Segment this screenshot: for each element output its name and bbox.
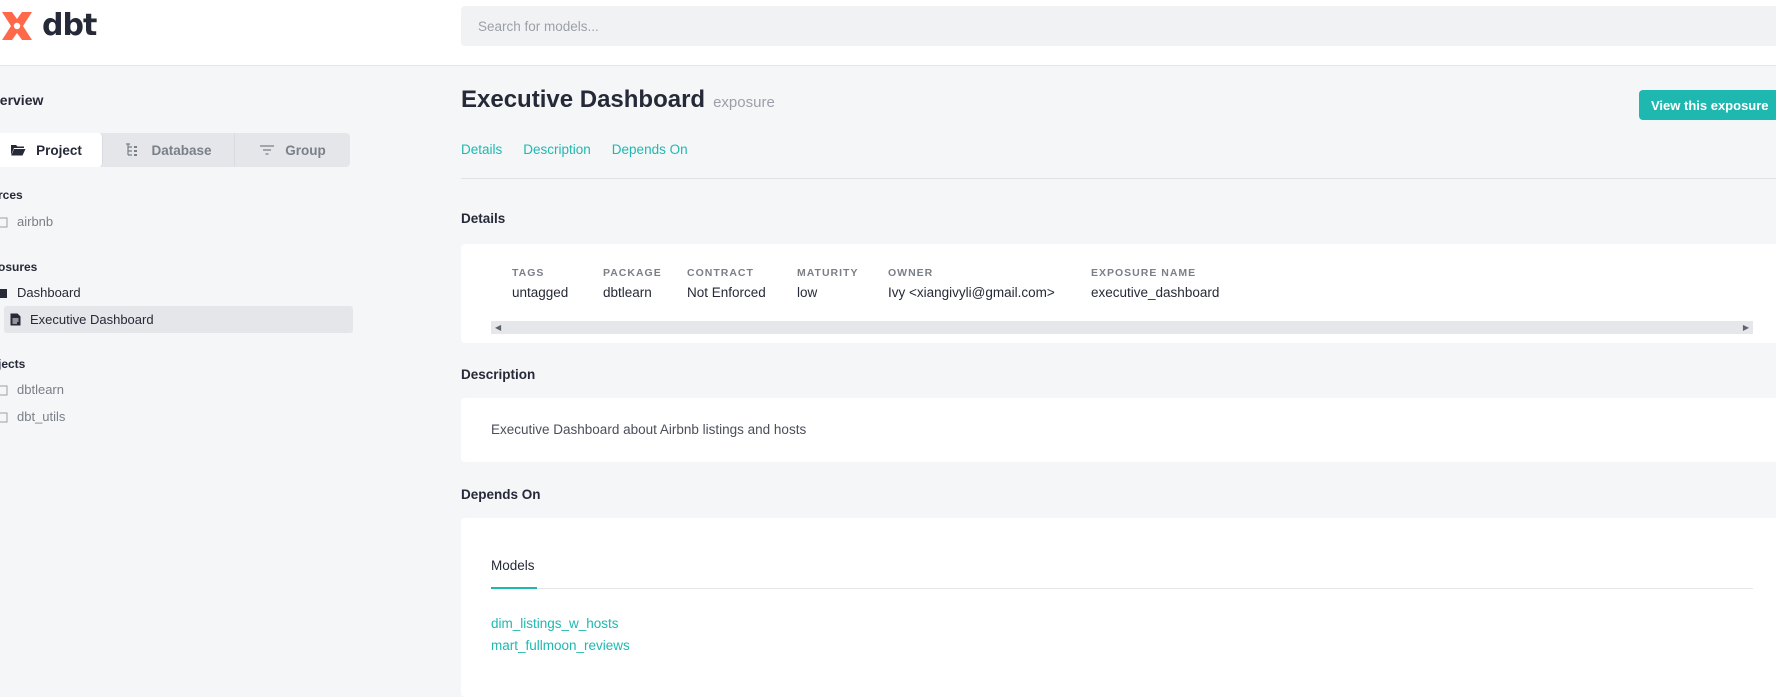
tab-database[interactable]: Database — [103, 133, 235, 167]
tab-project-label: Project — [36, 142, 82, 158]
dbt-logo[interactable]: dbt — [0, 4, 97, 48]
detail-owner: OWNER Ivy <xiangivyli@gmail.com> — [888, 267, 1055, 300]
model-link[interactable]: dim_listings_w_hosts — [491, 616, 619, 631]
section-heading-exposures: osures — [0, 260, 38, 274]
scroll-left-arrow-icon[interactable]: ◀ — [495, 323, 501, 332]
horizontal-scrollbar[interactable]: ◀ ▶ — [491, 321, 1753, 334]
view-exposure-button[interactable]: View this exposure — [1639, 90, 1776, 120]
tab-group-label: Group — [285, 142, 326, 158]
section-heading-projects: jects — [0, 357, 26, 371]
detail-value: untagged — [512, 285, 569, 300]
document-icon — [10, 313, 21, 326]
tree-item-label: airbnb — [17, 213, 54, 229]
tree-item-airbnb[interactable]: airbnb — [0, 210, 53, 232]
folder-open-icon — [11, 145, 26, 156]
detail-contract: CONTRACT Not Enforced — [687, 267, 766, 300]
depends-on-card: Models dim_listings_w_hosts mart_fullmoo… — [461, 518, 1776, 697]
resource-type: exposure — [713, 94, 775, 111]
details-card: TAGS untagged PACKAGE dbtlearn CONTRACT … — [461, 244, 1776, 343]
database-tree-icon — [126, 143, 138, 156]
page-title: Executive Dashboard exposure — [461, 86, 775, 114]
tree-item-label: dbt_utils — [17, 408, 66, 424]
depends-on-heading: Depends On — [461, 487, 541, 502]
detail-exposure-name: EXPOSURE NAME executive_dashboard — [1091, 267, 1219, 300]
folder-icon — [0, 217, 8, 227]
tree-item-label: dbtlearn — [17, 381, 64, 397]
tree-item-executive-dashboard[interactable]: Executive Dashboard — [4, 306, 353, 333]
detail-tags: TAGS untagged — [512, 267, 568, 300]
anchor-depends-on[interactable]: Depends On — [612, 142, 688, 157]
detail-value: low — [797, 285, 818, 300]
detail-label: CONTRACT — [687, 267, 754, 279]
resource-name: Executive Dashboard — [461, 86, 706, 113]
description-heading: Description — [461, 367, 536, 382]
detail-package: PACKAGE dbtlearn — [603, 267, 662, 300]
dbt-logo-icon — [2, 12, 32, 40]
detail-value: dbtlearn — [603, 285, 652, 300]
tree-item-dbtlearn[interactable]: dbtlearn — [0, 378, 64, 400]
details-heading: Details — [461, 211, 506, 226]
section-anchor-nav: Details Description Depends On — [461, 142, 688, 157]
tree-item-label: Dashboard — [17, 284, 81, 300]
tab-project[interactable]: Project — [0, 133, 103, 167]
detail-label: EXPOSURE NAME — [1091, 267, 1197, 279]
tree-item-label: Executive Dashboard — [30, 312, 154, 327]
sidebar-view-tabs: Project Database Group — [0, 133, 350, 167]
detail-label: PACKAGE — [603, 267, 662, 279]
detail-value: Ivy <xiangivyli@gmail.com> — [888, 285, 1055, 300]
main-content: Executive Dashboard exposure View this e… — [461, 66, 1776, 697]
folder-icon — [0, 385, 8, 395]
anchor-details[interactable]: Details — [461, 142, 502, 157]
tab-rule — [491, 588, 1753, 589]
folder-filled-icon — [0, 288, 7, 298]
tab-models[interactable]: Models — [491, 558, 535, 573]
detail-label: TAGS — [512, 267, 545, 279]
detail-label: MATURITY — [797, 267, 859, 279]
tree-item-dbt-utils[interactable]: dbt_utils — [0, 405, 65, 427]
tab-database-label: Database — [151, 142, 212, 158]
anchor-description[interactable]: Description — [523, 142, 591, 157]
tab-group[interactable]: Group — [235, 133, 350, 167]
scroll-right-arrow-icon[interactable]: ▶ — [1743, 323, 1749, 332]
model-link[interactable]: mart_fullmoon_reviews — [491, 638, 630, 653]
detail-label: OWNER — [888, 267, 934, 279]
section-heading-sources: rces — [0, 188, 23, 202]
sidebar-title: verview — [0, 92, 44, 108]
description-card: Executive Dashboard about Airbnb listing… — [461, 398, 1776, 462]
tree-item-dashboard[interactable]: Dashboard — [0, 281, 81, 303]
tab-models-underline — [491, 587, 537, 589]
description-text: Executive Dashboard about Airbnb listing… — [491, 422, 807, 437]
top-bar: dbt — [0, 0, 1776, 66]
detail-value: executive_dashboard — [1091, 285, 1220, 300]
logo-text: dbt — [42, 8, 97, 43]
folder-icon — [0, 412, 8, 422]
detail-value: Not Enforced — [687, 285, 766, 300]
search-input[interactable] — [461, 6, 1776, 46]
detail-maturity: MATURITY low — [797, 267, 858, 300]
sidebar: verview Project Database — [0, 66, 360, 697]
filter-lines-icon — [260, 145, 275, 155]
header-divider — [461, 178, 1776, 179]
